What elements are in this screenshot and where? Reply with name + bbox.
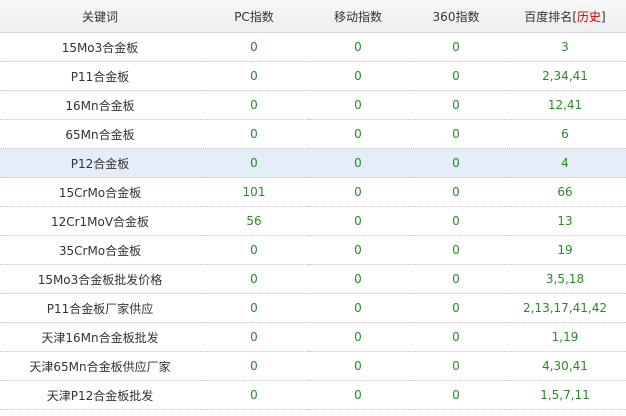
keyword-cell: 16Mn合金板	[0, 90, 200, 120]
mobile-index-cell: 0	[308, 61, 408, 91]
pc-index-cell: 0	[200, 380, 308, 410]
table-row: P12合金板 0 0 0 4	[0, 148, 626, 178]
index-360-cell: 0	[408, 322, 504, 352]
table-header-row: 关键词 PC指数 移动指数 360指数 百度排名[历史]	[0, 0, 626, 33]
pc-index-cell: 56	[200, 206, 308, 236]
keyword-cell: P12合金板	[0, 148, 200, 178]
history-link[interactable]: 历史	[577, 10, 601, 24]
header-mobile-index: 移动指数	[308, 0, 408, 33]
table-row: 天津65Mn合金板供应厂家 0 0 0 4,30,41	[0, 351, 626, 381]
pc-index-cell: 0	[200, 90, 308, 120]
index-360-cell: 0	[408, 206, 504, 236]
table-row: 15Mo3合金板批发价格 0 0 0 3,5,18	[0, 264, 626, 294]
baidu-rank-cell: 4	[504, 148, 626, 178]
baidu-rank-cell: 4,30,41	[504, 351, 626, 381]
baidu-rank-cell: 19	[504, 235, 626, 265]
baidu-rank-cell: 3,5,18	[504, 264, 626, 294]
index-360-cell: 0	[408, 32, 504, 62]
index-360-cell: 0	[408, 119, 504, 149]
mobile-index-cell: 0	[308, 177, 408, 207]
index-360-cell: 0	[408, 380, 504, 410]
mobile-index-cell: 0	[308, 148, 408, 178]
keyword-cell: P11合金板厂家供应	[0, 293, 200, 323]
index-360-cell: 0	[408, 264, 504, 294]
pc-index-cell: 0	[200, 293, 308, 323]
baidu-rank-cell: 12,41	[504, 90, 626, 120]
keyword-cell: P11合金板	[0, 61, 200, 91]
table-row: P11合金板 0 0 0 2,34,41	[0, 61, 626, 91]
mobile-index-cell: 0	[308, 235, 408, 265]
header-baidu-rank: 百度排名[历史]	[504, 0, 626, 33]
pc-index-cell: 101	[200, 177, 308, 207]
mobile-index-cell: 0	[308, 293, 408, 323]
header-baidu-rank-label: 百度排名	[524, 9, 573, 24]
table-row: 35CrMo合金板 0 0 0 19	[0, 235, 626, 265]
pc-index-cell: 0	[200, 148, 308, 178]
mobile-index-cell: 0	[308, 264, 408, 294]
baidu-rank-cell: 2,34,41	[504, 61, 626, 91]
pc-index-cell: 0	[200, 235, 308, 265]
table-row: 12Cr1MoV合金板 56 0 0 13	[0, 206, 626, 236]
index-360-cell: 0	[408, 61, 504, 91]
mobile-index-cell: 0	[308, 380, 408, 410]
table-row: 15CrMo合金板 101 0 0 66	[0, 177, 626, 207]
baidu-rank-cell: 1,19	[504, 322, 626, 352]
table-body: 15Mo3合金板 0 0 0 3 P11合金板 0 0 0 2,34,41 16Mn合金板 0 0 0 12…	[0, 32, 626, 410]
baidu-rank-cell: 1,5,7,11	[504, 380, 626, 410]
pc-index-cell: 0	[200, 264, 308, 294]
pc-index-cell: 0	[200, 119, 308, 149]
index-360-cell: 0	[408, 293, 504, 323]
baidu-rank-cell: 66	[504, 177, 626, 207]
table-row: 天津16Mn合金板批发 0 0 0 1,19	[0, 322, 626, 352]
keyword-cell: 15Mo3合金板批发价格	[0, 264, 200, 294]
pc-index-cell: 0	[200, 32, 308, 62]
mobile-index-cell: 0	[308, 32, 408, 62]
pc-index-cell: 0	[200, 351, 308, 381]
mobile-index-cell: 0	[308, 351, 408, 381]
mobile-index-cell: 0	[308, 90, 408, 120]
keyword-ranking-table: 关键词 PC指数 移动指数 360指数 百度排名[历史] 15Mo3合金板 0 0 0…	[0, 0, 626, 410]
baidu-rank-cell: 3	[504, 32, 626, 62]
index-360-cell: 0	[408, 148, 504, 178]
mobile-index-cell: 0	[308, 119, 408, 149]
index-360-cell: 0	[408, 90, 504, 120]
table-row: 16Mn合金板 0 0 0 12,41	[0, 90, 626, 120]
index-360-cell: 0	[408, 177, 504, 207]
header-keyword: 关键词	[0, 0, 200, 33]
pc-index-cell: 0	[200, 61, 308, 91]
header-360-index: 360指数	[408, 0, 504, 33]
keyword-cell: 天津65Mn合金板供应厂家	[0, 351, 200, 381]
keyword-cell: 35CrMo合金板	[0, 235, 200, 265]
mobile-index-cell: 0	[308, 322, 408, 352]
pc-index-cell: 0	[200, 322, 308, 352]
keyword-cell: 15CrMo合金板	[0, 177, 200, 207]
mobile-index-cell: 0	[308, 206, 408, 236]
keyword-cell: 天津P12合金板批发	[0, 380, 200, 410]
table-row: 15Mo3合金板 0 0 0 3	[0, 32, 626, 62]
keyword-cell: 天津16Mn合金板批发	[0, 322, 200, 352]
keyword-cell: 65Mn合金板	[0, 119, 200, 149]
index-360-cell: 0	[408, 235, 504, 265]
index-360-cell: 0	[408, 351, 504, 381]
keyword-cell: 12Cr1MoV合金板	[0, 206, 200, 236]
keyword-cell: 15Mo3合金板	[0, 32, 200, 62]
baidu-rank-cell: 2,13,17,41,42	[504, 293, 626, 323]
table-row: P11合金板厂家供应 0 0 0 2,13,17,41,42	[0, 293, 626, 323]
table-row: 65Mn合金板 0 0 0 6	[0, 119, 626, 149]
baidu-rank-cell: 6	[504, 119, 626, 149]
history-bracket-close: ]	[601, 9, 606, 24]
table-row: 天津P12合金板批发 0 0 0 1,5,7,11	[0, 380, 626, 410]
baidu-rank-cell: 13	[504, 206, 626, 236]
header-pc-index: PC指数	[200, 0, 308, 33]
